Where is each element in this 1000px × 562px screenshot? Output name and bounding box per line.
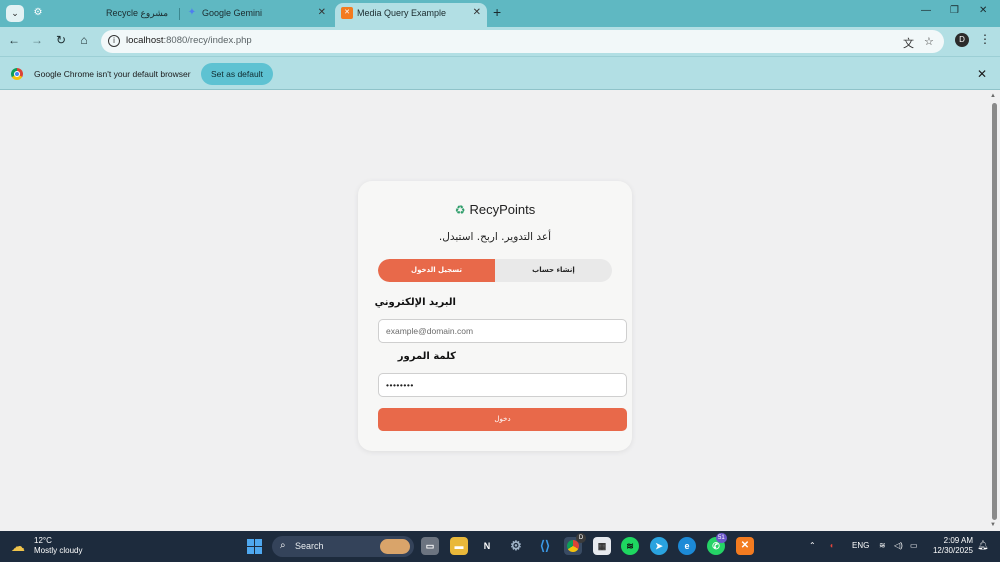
maximize-button[interactable]: ❐ [950,5,959,16]
tray-chevron-icon[interactable]: ⌃ [809,541,816,550]
tab-strip: ⌄ ⚙ Recycle مشروع ✦ Google Gemini ✕ ✕ Me… [0,0,1000,27]
password-field[interactable]: •••••••• [378,373,627,397]
tray-recording-icon[interactable]: ◖ [829,541,834,550]
email-label: البريد الإلكتروني [374,297,456,308]
task-view-icon[interactable]: ▭ [421,537,439,555]
vscode-icon[interactable]: ⟨⟩ [536,537,554,555]
brand-name: RecyPoints [469,202,536,217]
page-scrollbar[interactable]: ▲ ▼ [989,91,1000,531]
browser-menu-icon[interactable]: ⋮ [979,32,991,46]
edge-icon[interactable]: e [678,537,696,555]
password-label: كلمة المرور [397,351,456,362]
tab-media-query[interactable]: ✕ Media Query Example ✕ [335,3,487,27]
tab-label: Recycle مشروع [106,8,169,18]
tagline: أعد التدوير. اربح. استبدل. [438,231,552,243]
minimize-button[interactable]: — [921,5,931,16]
wifi-icon[interactable]: ≋ [879,541,886,550]
settings-app-icon[interactable]: ⚙ [507,537,525,555]
chrome-profile-badge: D [576,533,586,543]
taskbar: ☁ 12°C Mostly cloudy ⌕ Search ▭ ▬ N ⚙ ⟨⟩… [0,531,1000,562]
bookmark-star-icon[interactable]: ☆ [924,35,934,48]
translate-icon[interactable]: 文 [903,35,914,51]
search-label: Search [295,541,324,551]
spotify-icon[interactable]: ≋ [621,537,639,555]
site-info-icon[interactable]: i [108,35,120,47]
whatsapp-badge: 51 [716,533,727,543]
notion-icon[interactable]: N [478,537,496,555]
url-text[interactable]: localhost:8080/recy/index.php [126,35,252,46]
xampp-icon: ✕ [341,7,353,19]
login-card: ♻ RecyPoints أعد التدوير. اربح. استبدل. ت… [358,181,632,451]
tab-label: Media Query Example [357,8,447,18]
weather-temp[interactable]: 12°C [34,536,52,545]
browser-toolbar: ← → ↻ ⌂ i localhost:8080/recy/index.php … [0,27,1000,56]
login-button[interactable]: دخول [378,408,627,431]
close-icon[interactable]: ✕ [473,3,481,23]
scrollbar-thumb[interactable] [992,103,997,520]
tab-search-button[interactable]: ⌄ [6,5,24,22]
taskbar-search[interactable]: ⌕ Search [272,536,414,557]
tab-login[interactable]: تسجيل الدخول [378,259,495,282]
start-button-icon[interactable] [247,539,262,554]
search-icon: ⌕ [280,540,286,551]
scroll-up-arrow[interactable]: ▲ [990,93,996,99]
clock-time: 2:09 AM [943,536,973,545]
xampp-taskbar-icon[interactable]: ✕ [736,537,754,555]
weather-cloud-icon[interactable]: ☁ [11,538,25,555]
forward-button[interactable]: → [29,33,45,47]
taskbar-clock[interactable]: 2:09 AM 12/30/2025 [931,536,973,556]
reload-button[interactable]: ↻ [53,33,69,47]
scroll-down-arrow[interactable]: ▼ [990,522,996,528]
tab-gemini[interactable]: ✦ Google Gemini ✕ [180,3,332,27]
home-button[interactable]: ⌂ [76,33,92,47]
store-icon[interactable]: ▦ [593,537,611,555]
auth-tabs: تسجيل الدخول إنشاء حساب [378,259,612,282]
telegram-icon[interactable]: ➤ [650,537,668,555]
clock-date: 12/30/2025 [932,546,973,555]
brand-title: ♻ RecyPoints [358,202,632,217]
file-explorer-icon[interactable]: ▬ [450,537,468,555]
back-button[interactable]: ← [6,33,22,47]
chrome-logo-icon [11,68,23,80]
volume-icon[interactable]: ◁) [894,541,903,550]
window-close-button[interactable]: ✕ [979,5,987,16]
email-field[interactable]: example@domain.com [378,319,627,343]
address-bar[interactable]: i localhost:8080/recy/index.php 文 ☆ [101,30,944,53]
set-default-button[interactable]: Set as default [201,63,273,85]
new-tab-button[interactable]: + [493,4,501,20]
search-highlight-image [380,539,410,554]
infobar-close-icon[interactable]: ✕ [977,67,987,81]
settings-icon: ⚙ [33,7,43,18]
close-icon[interactable]: ✕ [318,3,326,23]
tab-recycle[interactable]: ⚙ Recycle مشروع [26,3,178,27]
recycle-icon: ♻ [454,203,466,217]
default-browser-infobar: Google Chrome isn't your default browser… [0,56,1000,90]
profile-avatar[interactable]: D [955,33,969,47]
tab-signup[interactable]: إنشاء حساب [495,259,612,282]
language-indicator[interactable]: ENG [852,541,869,550]
tab-label: Google Gemini [202,8,263,18]
battery-icon[interactable]: ▭ [910,541,918,550]
infobar-message: Google Chrome isn't your default browser [34,69,191,79]
gemini-icon: ✦ [187,7,197,18]
weather-desc[interactable]: Mostly cloudy [34,546,82,555]
notification-bell-icon[interactable]: 🔔︎ [977,540,988,551]
